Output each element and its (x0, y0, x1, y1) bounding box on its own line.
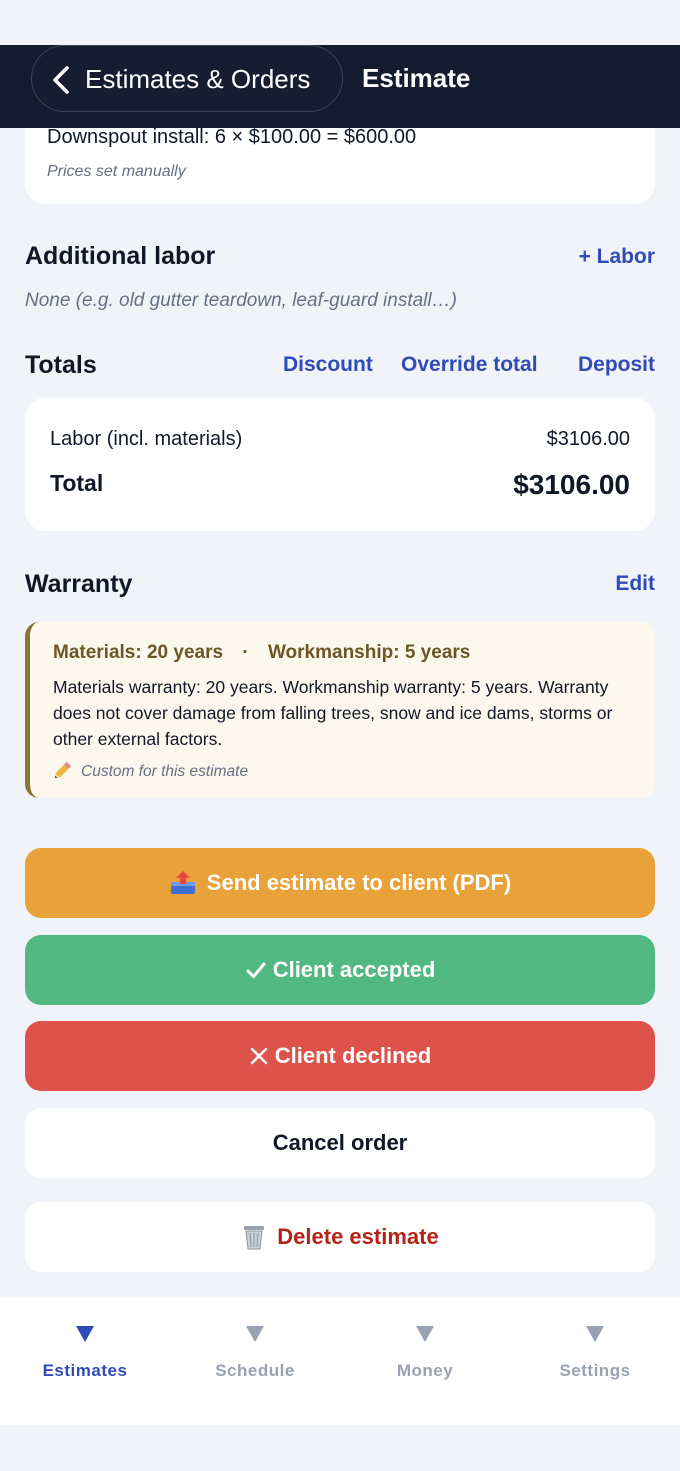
delete-estimate-button[interactable]: Delete estimate (25, 1202, 655, 1272)
totals-title: Totals (25, 351, 97, 379)
back-button-label: Estimates & Orders (85, 64, 311, 94)
tab-money[interactable]: Money (340, 1297, 510, 1425)
outbox-tray-icon (169, 870, 197, 896)
page-title: Estimate (362, 63, 471, 93)
navigation-bar: Estimates & Orders Estimate (0, 45, 680, 128)
labor-value: $3106.00 (546, 428, 630, 450)
delete-estimate-label: Delete estimate (277, 1224, 439, 1249)
triangle-down-icon (76, 1326, 94, 1342)
tab-schedule-label: Schedule (215, 1361, 295, 1380)
chevron-left-icon (53, 66, 69, 94)
additional-labor-empty: None (e.g. old gutter teardown, leaf-gua… (25, 290, 457, 311)
warranty-separator: · (242, 642, 249, 663)
override-total-link[interactable]: Override total (401, 353, 538, 377)
client-declined-button[interactable]: Client declined (25, 1021, 655, 1091)
tab-schedule[interactable]: Schedule (170, 1297, 340, 1425)
warranty-text: Materials warranty: 20 years. Workmanshi… (53, 677, 613, 749)
pencil-icon (54, 761, 72, 779)
wastebasket-icon (241, 1223, 267, 1251)
deposit-link[interactable]: Deposit (578, 353, 655, 377)
back-button[interactable]: Estimates & Orders (31, 45, 343, 112)
warranty-summary: Materials: 20 years · Workmanship: 5 yea… (53, 642, 470, 664)
client-declined-label: Client declined (274, 1043, 432, 1068)
send-estimate-label: Send estimate to client (PDF) (206, 870, 512, 895)
warranty-title: Warranty (25, 570, 133, 598)
home-indicator-area (0, 1425, 680, 1471)
tab-settings-label: Settings (559, 1361, 631, 1380)
total-label: Total (50, 470, 104, 496)
warranty-materials: Materials: 20 years (53, 642, 224, 663)
totals-card: Labor (incl. materials) $3106.00 Total $… (25, 398, 655, 531)
line-item-downspout: Downspout install: 6 × $100.00 = $600.00 (47, 126, 417, 148)
warranty-note-text: Custom for this estimate (81, 763, 249, 780)
triangle-down-icon (246, 1326, 264, 1342)
status-bar (0, 0, 680, 45)
tab-estimates[interactable]: Estimates (0, 1297, 170, 1425)
client-accepted-label: Client accepted (272, 957, 436, 982)
warranty-card: Materials: 20 years · Workmanship: 5 yea… (25, 622, 655, 798)
checkmark-icon (245, 960, 267, 980)
labor-label: Labor (incl. materials) (50, 428, 243, 450)
send-estimate-button[interactable]: Send estimate to client (PDF) (25, 848, 655, 918)
tab-money-label: Money (396, 1361, 454, 1380)
additional-labor-title: Additional labor (25, 242, 216, 270)
x-icon (249, 1046, 269, 1066)
cancel-order-button[interactable]: Cancel order (25, 1108, 655, 1178)
client-accepted-button[interactable]: Client accepted (25, 935, 655, 1005)
triangle-down-icon (586, 1326, 604, 1342)
warranty-custom-note: Custom for this estimate (53, 759, 248, 781)
warranty-edit-link[interactable]: Edit (615, 572, 655, 596)
discount-link[interactable]: Discount (283, 353, 373, 377)
prices-note: Prices set manually (47, 163, 186, 180)
tab-bar: Estimates Schedule Money Settings (0, 1297, 680, 1425)
tab-estimates-label: Estimates (42, 1361, 128, 1380)
total-value: $3106.00 (513, 469, 630, 500)
warranty-workmanship: Workmanship: 5 years (267, 642, 471, 663)
tab-settings[interactable]: Settings (510, 1297, 680, 1425)
triangle-down-icon (416, 1326, 434, 1342)
add-labor-link[interactable]: + Labor (579, 245, 655, 269)
